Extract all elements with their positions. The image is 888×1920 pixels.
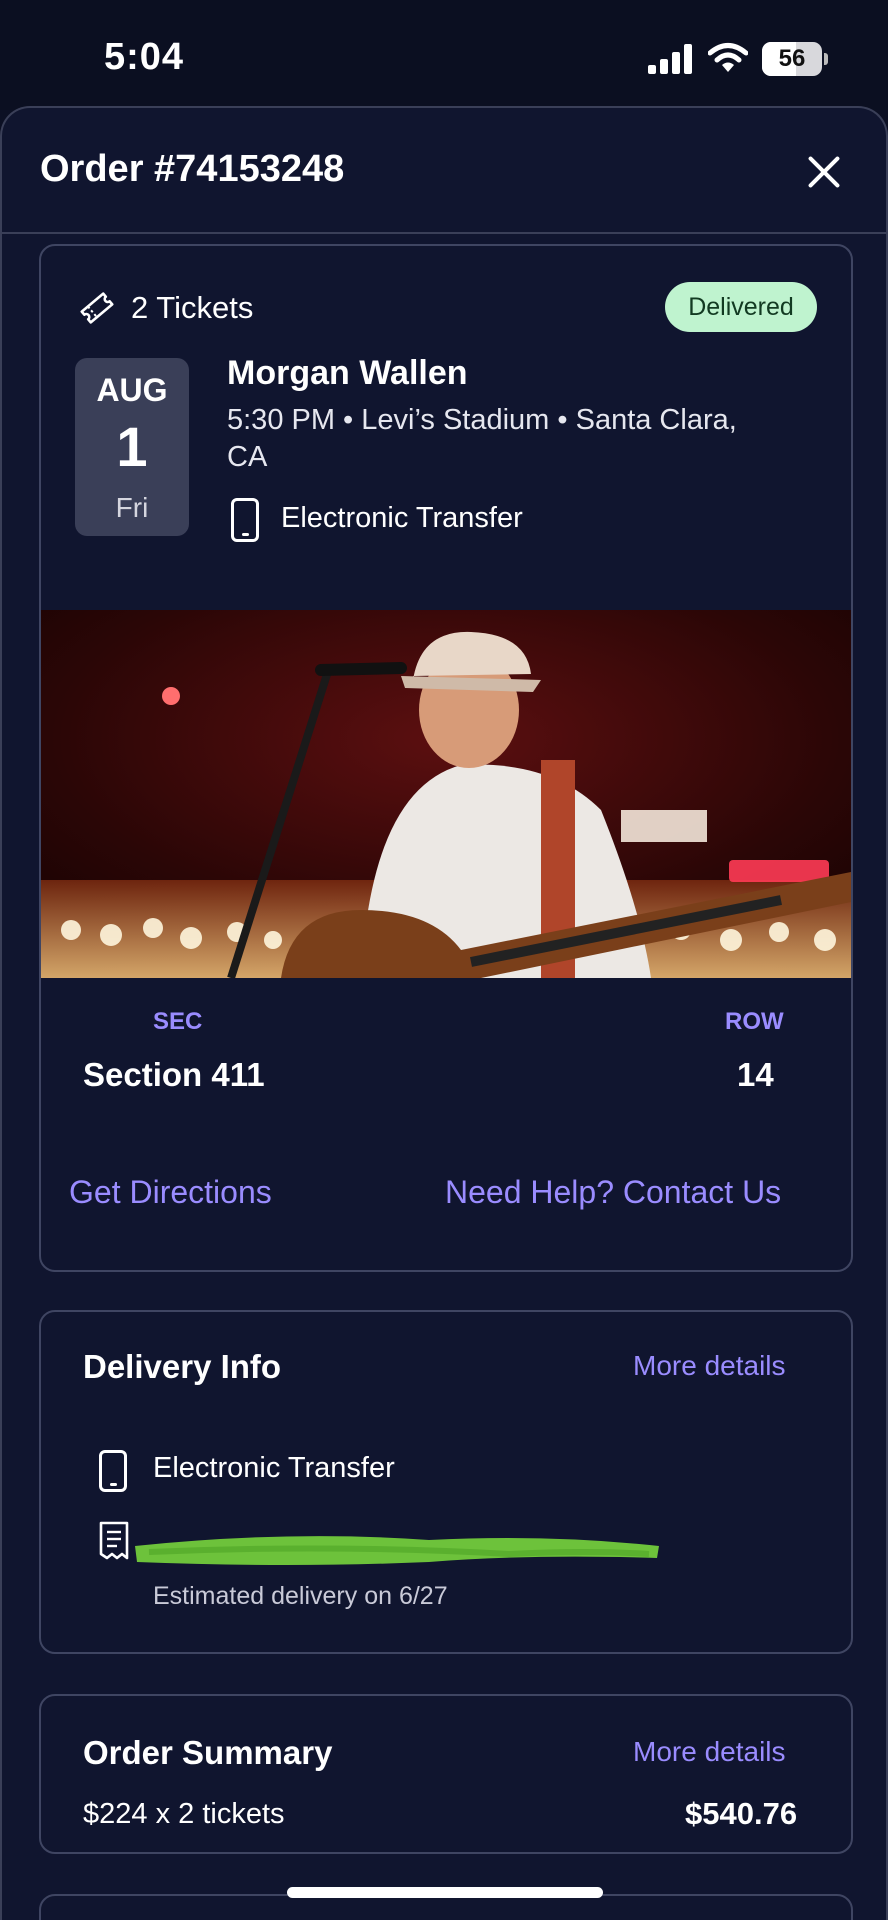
date-month: AUG (96, 372, 168, 408)
order-summary-card: Order Summary More details $224 x 2 tick… (39, 1694, 853, 1854)
row-value: 14 (737, 1056, 774, 1093)
order-sheet: Order #74153248 2 Tickets Delivered AUG … (0, 106, 888, 1920)
event-details: 5:30 PM • Levi’s Stadium • Santa Clara, … (227, 404, 737, 473)
section-value: Section 411 (83, 1056, 265, 1093)
phone-icon (99, 1450, 127, 1492)
delivery-method: Electronic Transfer (153, 1452, 395, 1484)
event-photo (41, 610, 851, 978)
price-line: $224 x 2 tickets (83, 1798, 285, 1830)
receipt-icon (99, 1521, 129, 1560)
status-bar: 5:04 56 (0, 0, 888, 110)
wifi-icon (708, 43, 748, 72)
event-title: Morgan Wallen (227, 354, 468, 392)
phone-icon (231, 498, 259, 542)
close-icon[interactable] (806, 154, 842, 190)
battery-icon: 56 (762, 42, 828, 76)
date-weekday: Fri (115, 492, 149, 523)
ticket-icon (80, 292, 114, 324)
status-time: 5:04 (104, 36, 185, 78)
summary-more-details-link[interactable]: More details (633, 1736, 786, 1768)
section-label: SEC (153, 1008, 203, 1035)
sheet-header: Order #74153248 (2, 108, 886, 234)
order-total: $540.76 (685, 1796, 798, 1831)
cellular-signal-icon (648, 44, 694, 74)
home-indicator[interactable] (287, 1887, 603, 1898)
ticket-count: 2 Tickets (131, 290, 254, 325)
order-summary-title: Order Summary (83, 1734, 333, 1771)
date-day: 1 (116, 415, 148, 478)
delivery-info-card: Delivery Info More details Electronic Tr… (39, 1310, 853, 1654)
delivery-more-details-link[interactable]: More details (633, 1350, 786, 1382)
event-date: AUG 1 Fri (75, 358, 189, 536)
battery-level: 56 (778, 45, 806, 72)
page-title: Order #74153248 (40, 148, 345, 190)
delivery-method: Electronic Transfer (281, 502, 523, 534)
screen: 5:04 56 Order #74153248 2 Tickets Delive… (0, 0, 888, 1920)
delivery-info-title: Delivery Info (83, 1348, 282, 1385)
estimated-delivery: Estimated delivery on 6/27 (153, 1582, 448, 1610)
status-badge: Delivered (665, 282, 817, 332)
row-label: ROW (725, 1008, 784, 1035)
get-directions-link[interactable]: Get Directions (69, 1174, 272, 1211)
contact-us-link[interactable]: Need Help? Contact Us (445, 1174, 781, 1211)
redaction-mark (135, 1536, 659, 1565)
ticket-card: 2 Tickets Delivered AUG 1 Fri Morgan Wal… (39, 244, 853, 1272)
